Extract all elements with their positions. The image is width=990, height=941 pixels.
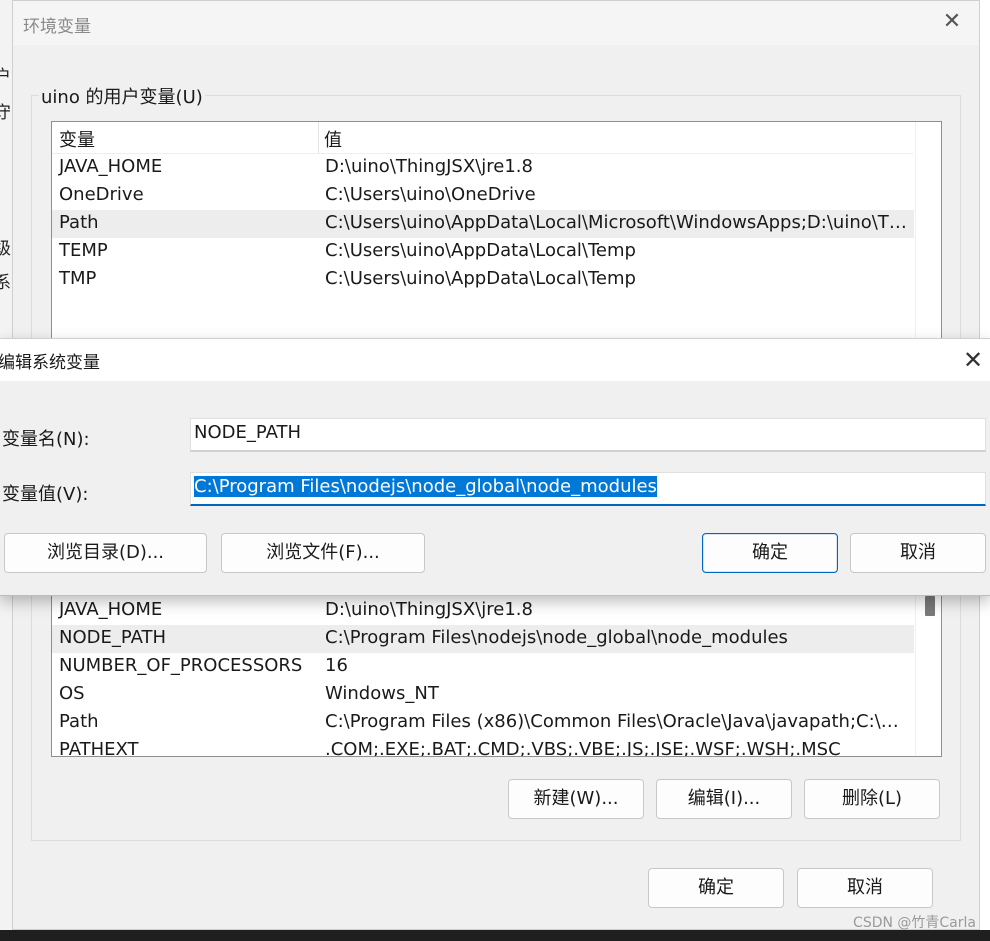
variable-value: C:\Users\uino\AppData\Local\Temp <box>325 240 636 261</box>
variable-name-input[interactable]: NODE_PATH <box>190 418 986 452</box>
column-separator[interactable] <box>318 122 319 154</box>
vertical-scrollbar[interactable] <box>915 122 941 350</box>
cancel-button[interactable]: 取消 <box>797 868 933 908</box>
table-row[interactable]: PATHEXT .COM;.EXE;.BAT;.CMD;.VBS;.VBE;.J… <box>52 737 914 757</box>
variable-value: D:\uino\ThingJSX\jre1.8 <box>325 156 533 177</box>
variable-name: JAVA_HOME <box>59 599 163 620</box>
close-icon[interactable]: ✕ <box>937 7 967 37</box>
variable-value: C:\Program Files\nodejs\node_global\node… <box>325 627 788 648</box>
variable-name: TEMP <box>59 240 108 261</box>
table-row[interactable]: JAVA_HOME D:\uino\ThingJSX\jre1.8 <box>52 154 914 182</box>
variable-name: Path <box>59 212 99 233</box>
variable-value: D:\uino\ThingJSX\jre1.8 <box>325 599 533 620</box>
variable-value: C:\Users\uino\AppData\Local\Temp <box>325 268 636 289</box>
variable-value: .COM;.EXE;.BAT;.CMD;.VBS;.VBE;.JS;.JSE;.… <box>325 739 841 757</box>
list-header: 变量 值 <box>52 122 913 154</box>
background-glyph: 户 <box>0 67 11 87</box>
table-row-selected[interactable]: Path C:\Users\uino\AppData\Local\Microso… <box>52 210 915 238</box>
user-variables-label: uino 的用户变量(U) <box>39 83 205 109</box>
ok-button[interactable]: 确定 <box>648 868 784 908</box>
variable-value: 16 <box>325 655 348 676</box>
column-header-variable[interactable]: 变量 <box>59 126 95 152</box>
browse-file-button[interactable]: 浏览文件(F)... <box>221 533 425 573</box>
table-row[interactable]: TMP C:\Users\uino\AppData\Local\Temp <box>52 266 914 294</box>
variable-name: PATHEXT <box>59 739 139 757</box>
table-row[interactable]: Path C:\Program Files (x86)\Common Files… <box>52 709 915 737</box>
watermark: CSDN @竹青Carla <box>853 915 976 931</box>
window-title: 环境变量 <box>23 17 91 37</box>
dialog-title-bar: 编辑系统变量 ✕ <box>0 339 990 381</box>
table-row[interactable]: NUMBER_OF_PROCESSORS 16 <box>52 653 914 681</box>
variable-name-label: 变量名(N): <box>2 429 90 450</box>
table-row[interactable]: TEMP C:\Users\uino\AppData\Local\Temp <box>52 238 914 266</box>
background-glyph: 系 <box>0 273 11 293</box>
variable-name: TMP <box>59 268 97 289</box>
variable-name: Path <box>59 711 99 732</box>
variable-name: OS <box>59 683 85 704</box>
variable-value: C:\Users\uino\AppData\Local\Microsoft\Wi… <box>325 212 915 233</box>
table-row[interactable]: JAVA_HOME D:\uino\ThingJSX\jre1.8 <box>52 597 914 625</box>
variable-value-input[interactable]: C:\Program Files\nodejs\node_global\node… <box>190 472 986 506</box>
delete-variable-button[interactable]: 删除(L) <box>804 779 940 819</box>
variable-name: JAVA_HOME <box>59 156 163 177</box>
edit-system-variable-dialog: 编辑系统变量 ✕ 变量名(N): NODE_PATH 变量值(V): C:\Pr… <box>0 338 990 596</box>
new-variable-button[interactable]: 新建(W)... <box>508 779 644 819</box>
variable-name: OneDrive <box>59 184 144 205</box>
edit-variable-button[interactable]: 编辑(I)... <box>656 779 792 819</box>
variable-name-input-text: NODE_PATH <box>194 422 302 443</box>
column-header-value[interactable]: 值 <box>324 126 342 152</box>
user-variables-list[interactable]: 变量 值 JAVA_HOME D:\uino\ThingJSX\jre1.8 O… <box>51 121 942 351</box>
variable-value-input-text: C:\Program Files\nodejs\node_global\node… <box>194 476 657 497</box>
table-row-selected[interactable]: NODE_PATH C:\Program Files\nodejs\node_g… <box>52 625 914 653</box>
close-icon[interactable]: ✕ <box>958 345 988 375</box>
dialog-cancel-button[interactable]: 取消 <box>850 533 986 573</box>
background-glyph: 守 <box>0 103 11 123</box>
variable-value: C:\Users\uino\OneDrive <box>325 184 536 205</box>
variable-value: Windows_NT <box>325 683 439 704</box>
dialog-title: 编辑系统变量 <box>0 353 100 373</box>
variable-value-label: 变量值(V): <box>2 484 89 505</box>
variable-value: C:\Program Files (x86)\Common Files\Orac… <box>325 711 915 732</box>
table-row[interactable]: OS Windows_NT <box>52 681 914 709</box>
browse-directory-button[interactable]: 浏览目录(D)... <box>4 533 207 573</box>
variable-name: NUMBER_OF_PROCESSORS <box>59 655 303 676</box>
table-row[interactable]: OneDrive C:\Users\uino\OneDrive <box>52 182 914 210</box>
background-glyph: 级 <box>0 239 11 259</box>
variable-name: NODE_PATH <box>59 627 167 648</box>
title-bar: 环境变量 ✕ <box>13 1 979 45</box>
scrollbar-thumb[interactable] <box>925 596 935 616</box>
taskbar-strip <box>0 930 990 941</box>
dialog-ok-button[interactable]: 确定 <box>702 533 838 573</box>
